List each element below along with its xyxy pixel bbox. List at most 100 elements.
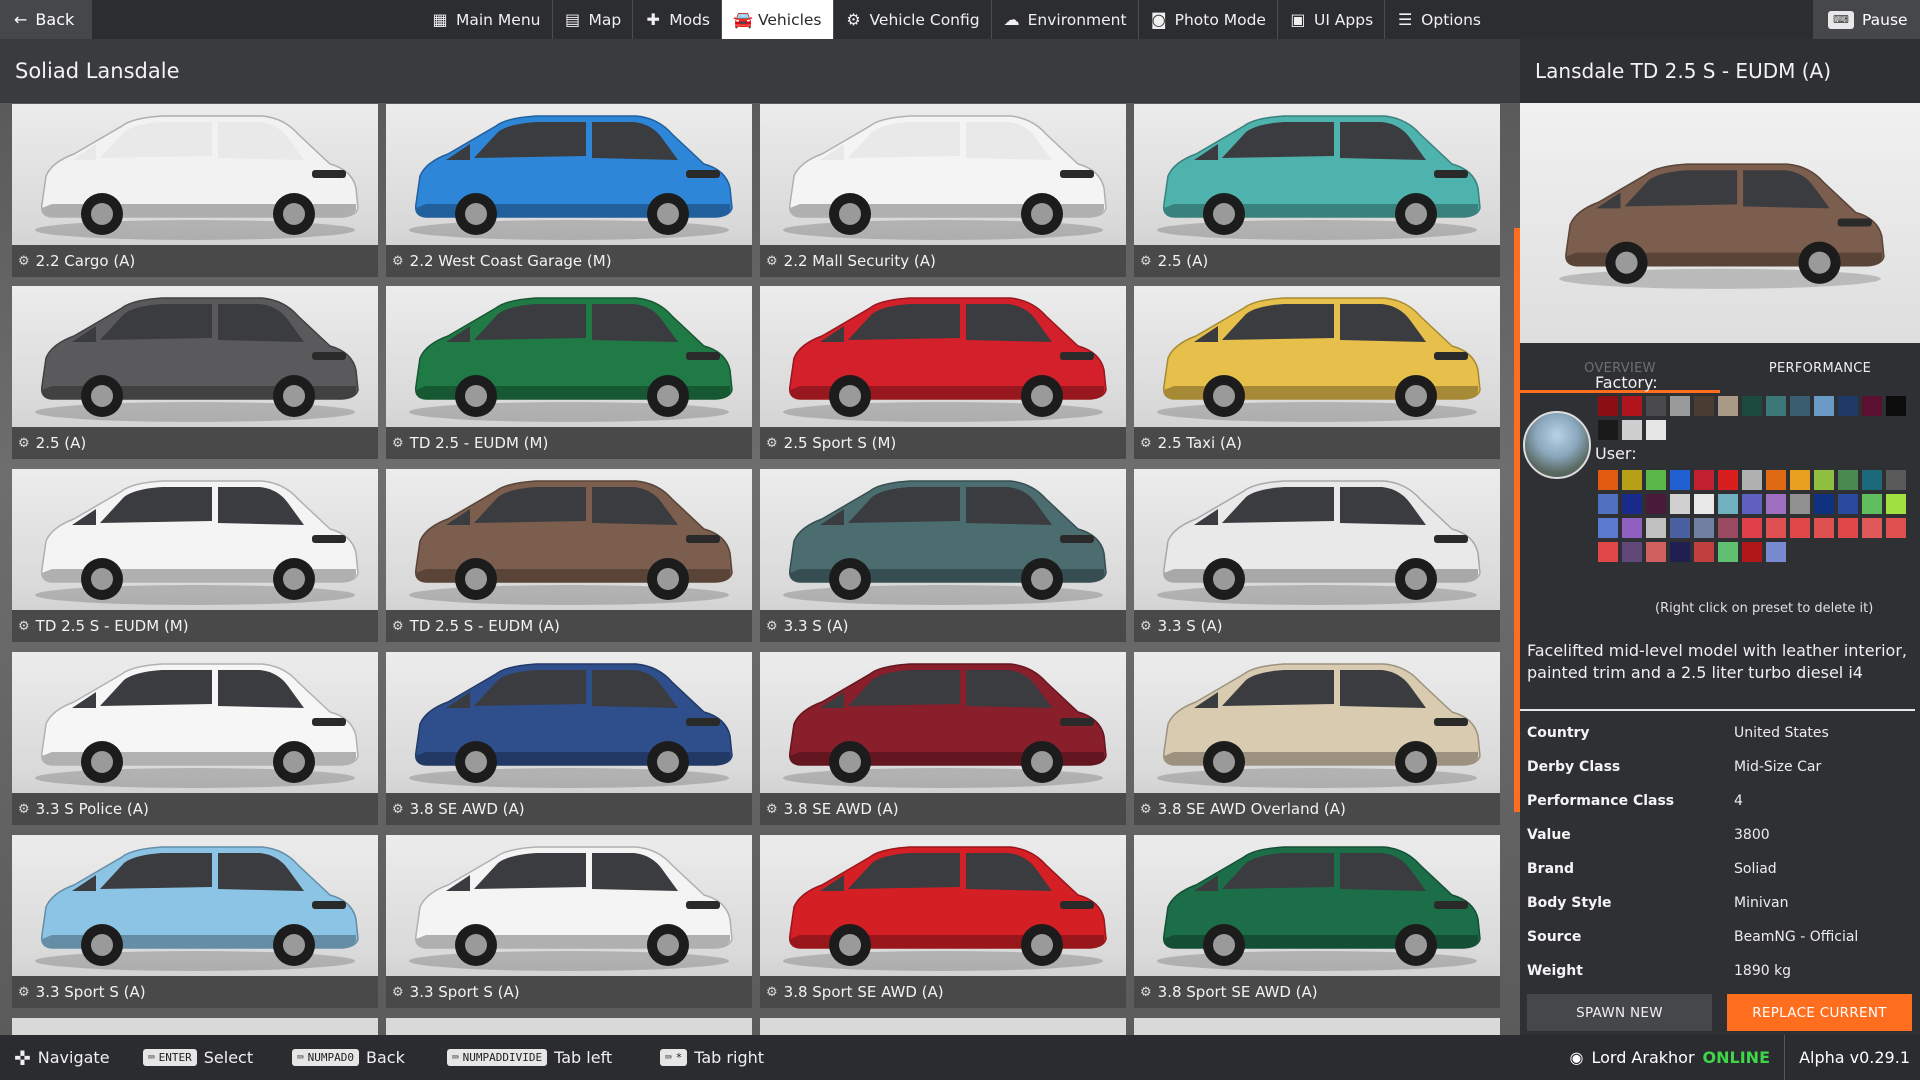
paint-swatch[interactable] bbox=[1862, 470, 1882, 490]
paint-swatch[interactable] bbox=[1718, 396, 1738, 416]
paint-swatch[interactable] bbox=[1622, 420, 1642, 440]
vehicle-tile[interactable]: ⚙ 3.8 Sport SE AWD (A) bbox=[1134, 835, 1500, 1008]
vehicle-tile[interactable]: ⚙ 3.8 SE AWD Overland (A) bbox=[1134, 652, 1500, 825]
paint-swatch[interactable] bbox=[1862, 396, 1882, 416]
paint-swatch[interactable] bbox=[1598, 420, 1618, 440]
paint-swatch[interactable] bbox=[1814, 396, 1834, 416]
paint-swatch[interactable] bbox=[1886, 396, 1906, 416]
vehicle-tile[interactable]: ⚙ 3.8 SE AWD (A) bbox=[760, 652, 1126, 825]
paint-swatch[interactable] bbox=[1598, 542, 1618, 562]
nav-mods[interactable]: ✚ Mods bbox=[633, 0, 722, 39]
paint-swatch[interactable] bbox=[1886, 494, 1906, 514]
vehicle-tile[interactable]: ⚙ 2.5 (A) bbox=[12, 286, 378, 459]
paint-swatch[interactable] bbox=[1718, 518, 1738, 538]
vehicle-tile-partial[interactable] bbox=[1134, 1018, 1500, 1035]
nav-main-menu[interactable]: ▦ Main Menu bbox=[420, 0, 553, 39]
back-button[interactable]: ← Back bbox=[0, 0, 92, 39]
paint-swatch[interactable] bbox=[1838, 396, 1858, 416]
vehicle-tile[interactable]: ⚙ 3.3 Sport S (A) bbox=[386, 835, 752, 1008]
pause-button[interactable]: ⌨ Pause bbox=[1813, 0, 1920, 39]
paint-swatch[interactable] bbox=[1838, 470, 1858, 490]
paint-swatch[interactable] bbox=[1742, 518, 1762, 538]
paint-swatch[interactable] bbox=[1646, 518, 1666, 538]
vehicle-tile[interactable]: ⚙ TD 2.5 S - EUDM (A) bbox=[386, 469, 752, 642]
vehicle-tile[interactable]: ⚙ 3.8 SE AWD (A) bbox=[386, 652, 752, 825]
paint-swatch[interactable] bbox=[1622, 396, 1642, 416]
paint-swatch[interactable] bbox=[1670, 518, 1690, 538]
vehicle-tile-partial[interactable] bbox=[386, 1018, 752, 1035]
replace-current-button[interactable]: REPLACE CURRENT bbox=[1727, 994, 1912, 1031]
paint-preview-avatar[interactable] bbox=[1523, 411, 1591, 479]
paint-swatch[interactable] bbox=[1646, 494, 1666, 514]
vehicle-tile[interactable]: ⚙ 3.3 Sport S (A) bbox=[12, 835, 378, 1008]
paint-swatch[interactable] bbox=[1766, 518, 1786, 538]
paint-swatch[interactable] bbox=[1790, 396, 1810, 416]
paint-swatch[interactable] bbox=[1646, 542, 1666, 562]
paint-swatch[interactable] bbox=[1622, 470, 1642, 490]
paint-swatch[interactable] bbox=[1622, 518, 1642, 538]
paint-swatch[interactable] bbox=[1766, 542, 1786, 562]
paint-swatch[interactable] bbox=[1814, 518, 1834, 538]
paint-swatch[interactable] bbox=[1814, 494, 1834, 514]
vehicle-tile[interactable]: ⚙ 3.3 S (A) bbox=[760, 469, 1126, 642]
paint-swatch[interactable] bbox=[1742, 494, 1762, 514]
paint-swatch[interactable] bbox=[1622, 542, 1642, 562]
paint-swatch[interactable] bbox=[1694, 542, 1714, 562]
paint-swatch[interactable] bbox=[1886, 518, 1906, 538]
vehicle-tile[interactable]: ⚙ TD 2.5 - EUDM (M) bbox=[386, 286, 752, 459]
vehicle-tile[interactable]: ⚙ TD 2.5 S - EUDM (M) bbox=[12, 469, 378, 642]
vehicle-tile[interactable]: ⚙ 2.2 West Coast Garage (M) bbox=[386, 104, 752, 277]
paint-swatch[interactable] bbox=[1646, 396, 1666, 416]
vehicle-tile[interactable]: ⚙ 2.5 Sport S (M) bbox=[760, 286, 1126, 459]
nav-map[interactable]: ▤ Map bbox=[553, 0, 634, 39]
paint-swatch[interactable] bbox=[1646, 470, 1666, 490]
paint-swatch[interactable] bbox=[1694, 396, 1714, 416]
nav-environment[interactable]: ☁ Environment bbox=[992, 0, 1139, 39]
paint-swatch[interactable] bbox=[1598, 494, 1618, 514]
paint-swatch[interactable] bbox=[1742, 470, 1762, 490]
vehicle-tile[interactable]: ⚙ 3.8 Sport SE AWD (A) bbox=[760, 835, 1126, 1008]
nav-photo-mode[interactable]: ◙ Photo Mode bbox=[1139, 0, 1278, 39]
paint-swatch[interactable] bbox=[1838, 518, 1858, 538]
vehicle-tile[interactable]: ⚙ 3.3 S Police (A) bbox=[12, 652, 378, 825]
paint-swatch[interactable] bbox=[1862, 518, 1882, 538]
paint-swatch[interactable] bbox=[1886, 470, 1906, 490]
paint-swatch[interactable] bbox=[1646, 420, 1666, 440]
paint-swatch[interactable] bbox=[1790, 518, 1810, 538]
paint-swatch[interactable] bbox=[1862, 494, 1882, 514]
vehicle-tile[interactable]: ⚙ 3.3 S (A) bbox=[1134, 469, 1500, 642]
paint-swatch[interactable] bbox=[1742, 542, 1762, 562]
paint-swatch[interactable] bbox=[1742, 396, 1762, 416]
paint-swatch[interactable] bbox=[1598, 518, 1618, 538]
paint-swatch[interactable] bbox=[1790, 494, 1810, 514]
paint-swatch[interactable] bbox=[1766, 470, 1786, 490]
vehicle-tile[interactable]: ⚙ 2.2 Mall Security (A) bbox=[760, 104, 1126, 277]
paint-swatch[interactable] bbox=[1718, 542, 1738, 562]
paint-swatch[interactable] bbox=[1814, 470, 1834, 490]
paint-swatch[interactable] bbox=[1598, 396, 1618, 416]
vehicle-tile-partial[interactable] bbox=[760, 1018, 1126, 1035]
paint-swatch[interactable] bbox=[1694, 518, 1714, 538]
paint-swatch[interactable] bbox=[1670, 542, 1690, 562]
tab-performance[interactable]: PERFORMANCE bbox=[1720, 343, 1920, 393]
paint-swatch[interactable] bbox=[1718, 470, 1738, 490]
paint-swatch[interactable] bbox=[1694, 470, 1714, 490]
nav-vehicles[interactable]: 🚘 Vehicles bbox=[722, 0, 834, 39]
nav-ui-apps[interactable]: ▣ UI Apps bbox=[1278, 0, 1386, 39]
paint-swatch[interactable] bbox=[1622, 494, 1642, 514]
nav-options[interactable]: ☰ Options bbox=[1385, 0, 1492, 39]
paint-swatch[interactable] bbox=[1670, 494, 1690, 514]
vehicle-tile-partial[interactable] bbox=[12, 1018, 378, 1035]
paint-swatch[interactable] bbox=[1718, 494, 1738, 514]
vehicle-tile[interactable]: ⚙ 2.2 Cargo (A) bbox=[12, 104, 378, 277]
paint-swatch[interactable] bbox=[1790, 470, 1810, 490]
paint-swatch[interactable] bbox=[1766, 396, 1786, 416]
vehicle-tile[interactable]: ⚙ 2.5 (A) bbox=[1134, 104, 1500, 277]
paint-swatch[interactable] bbox=[1670, 470, 1690, 490]
paint-swatch[interactable] bbox=[1670, 396, 1690, 416]
vehicle-tile[interactable]: ⚙ 2.5 Taxi (A) bbox=[1134, 286, 1500, 459]
paint-swatch[interactable] bbox=[1694, 494, 1714, 514]
spawn-new-button[interactable]: SPAWN NEW bbox=[1527, 994, 1712, 1031]
paint-swatch[interactable] bbox=[1766, 494, 1786, 514]
nav-vehicle-config[interactable]: ⚙ Vehicle Config bbox=[834, 0, 992, 39]
